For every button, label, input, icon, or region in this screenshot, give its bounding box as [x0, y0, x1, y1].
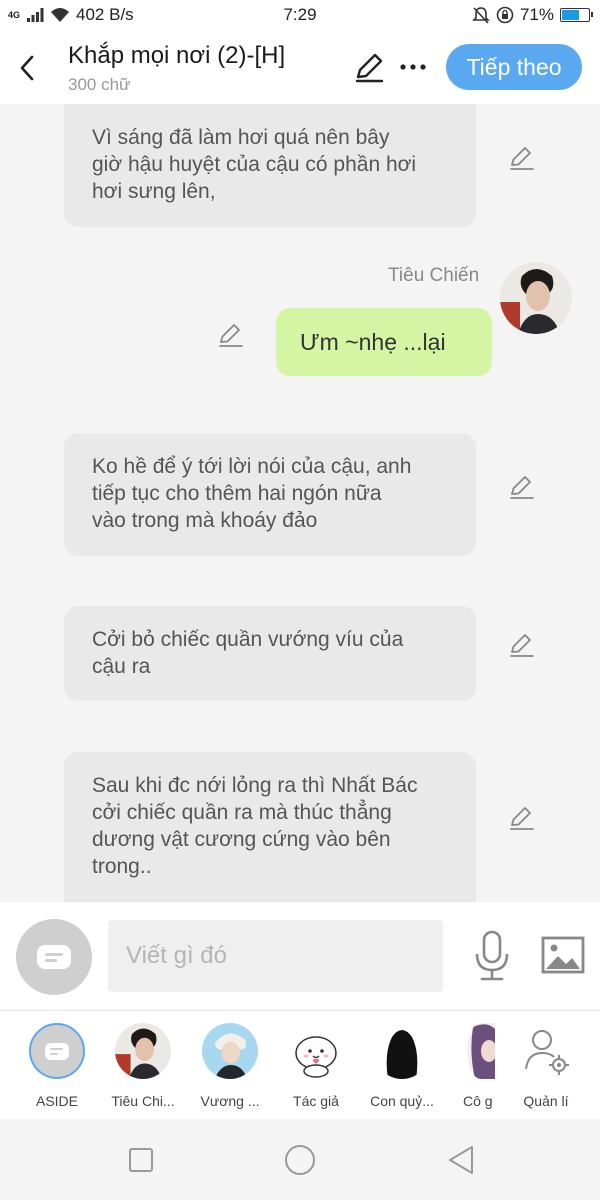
more-dots-icon — [400, 64, 426, 70]
pencil-icon — [510, 147, 534, 170]
pencil-icon — [510, 476, 534, 499]
aside-toggle-button[interactable] — [16, 919, 92, 995]
silhouette-icon — [386, 1030, 418, 1079]
more-options-button[interactable] — [400, 48, 426, 79]
avatar-image — [202, 1023, 258, 1079]
avatar[interactable] — [500, 262, 572, 334]
narration-message[interactable]: Vì sáng đã làm hơi quá nên bây giờ hậu h… — [64, 104, 476, 227]
mute-bell-icon — [472, 7, 490, 24]
edit-message-button[interactable] — [507, 472, 537, 502]
character-message[interactable]: Ưm ~nhẹ ...lại — [276, 308, 492, 376]
character-con-quy[interactable]: Con quỷ... — [359, 1023, 445, 1109]
status-right: 71% — [472, 5, 593, 25]
chevron-left-icon — [20, 55, 34, 81]
avatar-image — [467, 1023, 495, 1079]
speaker-name: Tiêu Chiến — [388, 265, 480, 286]
avatar-image — [115, 1023, 171, 1079]
voice-input-button[interactable] — [470, 930, 514, 982]
edit-message-button[interactable] — [216, 320, 246, 350]
character-label: Vương ... — [200, 1093, 260, 1109]
user-settings-icon — [525, 1030, 569, 1075]
manage-characters-button[interactable]: Quản lí — [503, 1023, 589, 1109]
character-vuong[interactable]: Vương ... — [187, 1023, 273, 1109]
character-bar: ASIDE Tiêu Chi... Vương ... Tác giả Con … — [0, 1011, 600, 1119]
character-label: ASIDE — [35, 1093, 78, 1109]
next-button[interactable]: Tiếp theo — [446, 44, 582, 90]
character-label: Quản lí — [523, 1093, 569, 1109]
triangle-back-icon — [449, 1146, 473, 1174]
edit-title-button[interactable] — [352, 50, 386, 84]
system-nav-bar — [0, 1120, 600, 1200]
chat-bubble-icon — [45, 1042, 69, 1060]
image-icon — [541, 936, 585, 974]
chat-bubble-icon — [37, 945, 71, 969]
recent-apps-button[interactable] — [128, 1147, 154, 1173]
pencil-icon — [355, 53, 384, 83]
header: Khắp mọi nơi (2)-[H] 300 chữ Tiếp theo — [0, 30, 600, 104]
aside-avatar — [29, 1023, 85, 1079]
circle-icon — [285, 1145, 315, 1175]
edit-message-button[interactable] — [507, 803, 537, 833]
home-button[interactable] — [284, 1144, 316, 1176]
narration-message[interactable]: Sau khi đc nới lỏng ra thì Nhất Bác cởi … — [64, 752, 476, 902]
cute-sticker-icon — [295, 1036, 337, 1078]
avatar — [288, 1023, 344, 1079]
story-title: Khắp mọi nơi (2)-[H] — [68, 42, 286, 69]
character-label: Tiêu Chi... — [111, 1093, 175, 1109]
edit-message-button[interactable] — [507, 630, 537, 660]
character-label: Tác giả — [293, 1093, 339, 1109]
square-icon — [129, 1148, 153, 1172]
character-tieu-chien[interactable]: Tiêu Chi... — [100, 1023, 186, 1109]
narration-message[interactable]: Cởi bỏ chiếc quần vướng víu của cậu ra — [64, 606, 476, 701]
battery-percent: 71% — [519, 5, 554, 24]
pencil-icon — [510, 807, 534, 830]
character-tac-gia[interactable]: Tác giả — [273, 1023, 359, 1109]
pencil-icon — [219, 324, 243, 347]
back-button[interactable] — [10, 48, 44, 88]
narration-message[interactable]: Ko hề để ý tới lời nói của cậu, anh tiếp… — [64, 433, 476, 556]
word-count: 300 chữ — [68, 75, 131, 94]
character-label: Cô g — [463, 1093, 493, 1109]
status-bar: 4G 402 B/s 7:29 71% — [0, 0, 600, 30]
edit-message-button[interactable] — [507, 143, 537, 173]
avatar — [202, 1023, 258, 1079]
battery-icon — [560, 8, 593, 22]
manage-icon-wrap — [518, 1023, 574, 1079]
character-co-g[interactable]: Cô g — [445, 1023, 495, 1109]
avatar — [467, 1023, 495, 1079]
microphone-icon — [475, 930, 509, 981]
insert-image-button[interactable] — [540, 934, 586, 976]
character-label: Con quỷ... — [370, 1093, 434, 1109]
nav-back-button[interactable] — [446, 1144, 476, 1176]
avatar — [115, 1023, 171, 1079]
character-aside[interactable]: ASIDE — [14, 1023, 100, 1109]
pencil-icon — [510, 634, 534, 657]
input-bar — [0, 902, 600, 1011]
avatar — [374, 1023, 430, 1079]
avatar-image — [500, 262, 572, 334]
battery-fill — [562, 10, 579, 20]
message-input[interactable] — [108, 920, 443, 992]
rotation-lock-icon — [496, 6, 514, 24]
